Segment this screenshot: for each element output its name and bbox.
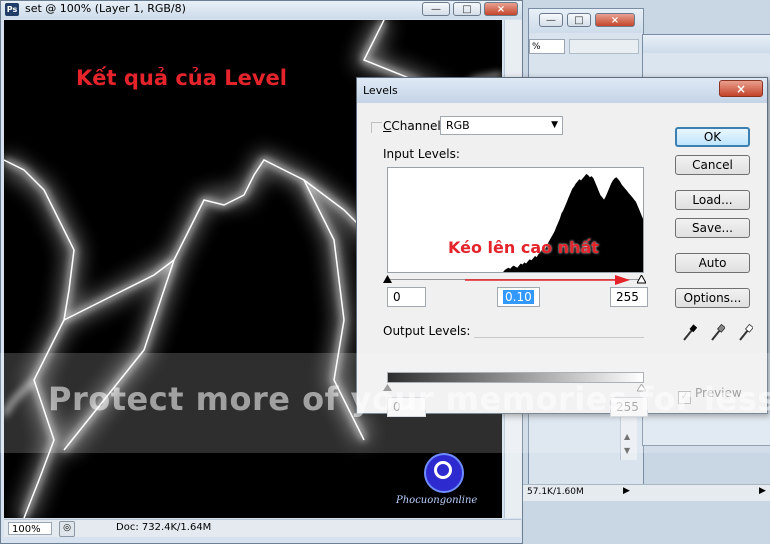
result-caption: Kết quả của Level xyxy=(76,66,287,90)
close-icon[interactable]: × xyxy=(595,13,635,27)
document-status-bar: 100% ◎ Doc: 732.4K/1.64M xyxy=(4,519,521,537)
histogram-shape xyxy=(388,174,643,272)
channel-label: CChannel: xyxy=(383,119,445,133)
document-title: set @ 100% (Layer 1, RGB/8) xyxy=(25,2,186,15)
maximize-icon[interactable]: □ xyxy=(453,2,481,16)
black-eyedropper-icon[interactable] xyxy=(681,323,697,343)
output-levels-label: Output Levels: xyxy=(383,324,475,338)
input-black-field[interactable]: 0 xyxy=(387,287,426,307)
input-gamma-field[interactable]: 0.10 xyxy=(497,287,540,307)
close-icon[interactable]: × xyxy=(484,2,518,16)
group-border xyxy=(371,122,382,133)
site-logo xyxy=(424,453,464,493)
black-point-handle[interactable] xyxy=(383,275,392,284)
channel-value: RGB xyxy=(446,119,470,132)
channel-select[interactable]: RGB ▼ xyxy=(440,116,563,135)
background-window-titlebar[interactable]: — □ × xyxy=(529,9,643,33)
drag-annotation: Kéo lên cao nhất xyxy=(448,238,599,257)
white-point-handle[interactable] xyxy=(637,275,646,284)
input-white-field[interactable]: 255 xyxy=(610,287,648,307)
levels-titlebar[interactable]: Levels × xyxy=(357,78,767,103)
toolbar-strip xyxy=(569,39,639,54)
site-watermark: Phocuongonline xyxy=(396,495,478,506)
gamma-value: 0.10 xyxy=(503,290,534,304)
status-menu-icon[interactable]: ◎ xyxy=(59,521,75,537)
watermark-text: Protect more of your memories for less! xyxy=(48,380,770,418)
background-status-bar: 57.1K/1.60M ▶ ▶ xyxy=(523,484,770,501)
zoom-field[interactable]: % xyxy=(529,39,565,54)
input-levels-label: Input Levels: xyxy=(383,147,460,161)
right-arrow-icon xyxy=(465,275,630,285)
document-titlebar[interactable]: Ps set @ 100% (Layer 1, RGB/8) — □ × xyxy=(1,1,522,19)
doc-size-info: Doc: 732.4K/1.64M xyxy=(116,522,212,533)
auto-button[interactable]: Auto xyxy=(675,253,750,273)
cancel-button[interactable]: Cancel xyxy=(675,155,750,175)
chevron-down-icon: ▼ xyxy=(551,120,558,130)
photoshop-icon: Ps xyxy=(5,3,19,16)
status-arrow-icon[interactable]: ▶ xyxy=(759,486,766,496)
logo-ring-icon xyxy=(434,461,452,479)
load-button[interactable]: Load... xyxy=(675,190,750,210)
minimize-icon[interactable]: — xyxy=(539,13,563,27)
status-arrow-icon[interactable]: ▶ xyxy=(623,486,630,496)
background-panel-titlebar xyxy=(643,35,770,53)
minimize-icon[interactable]: — xyxy=(422,2,450,16)
histogram xyxy=(387,167,644,273)
maximize-icon[interactable]: □ xyxy=(567,13,591,27)
zoom-field[interactable]: 100% xyxy=(8,522,52,535)
save-button[interactable]: Save... xyxy=(675,218,750,238)
close-icon[interactable]: × xyxy=(719,80,763,97)
gray-eyedropper-icon[interactable] xyxy=(709,323,725,343)
ok-button[interactable]: OK xyxy=(675,127,750,147)
levels-title: Levels xyxy=(363,84,398,97)
options-button[interactable]: Options... xyxy=(675,288,750,308)
white-eyedropper-icon[interactable] xyxy=(737,323,753,343)
status-doc-info: 57.1K/1.60M xyxy=(527,487,584,497)
